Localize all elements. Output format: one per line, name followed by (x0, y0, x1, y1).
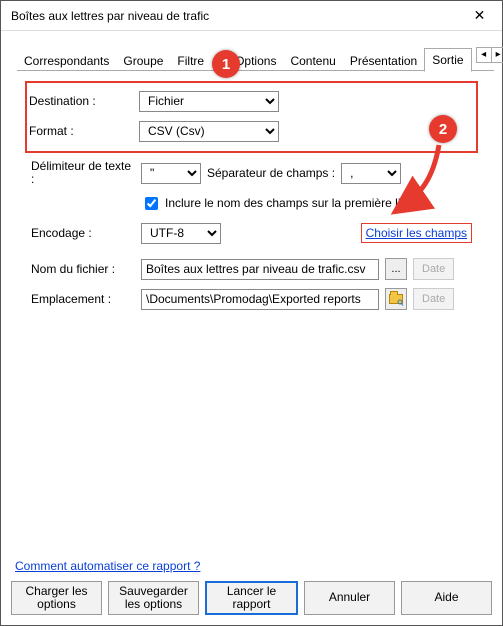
tab-correspondants[interactable]: Correspondants (17, 50, 116, 72)
window-title: Boîtes aux lettres par niveau de trafic (11, 9, 457, 23)
help-button[interactable]: Aide (401, 581, 492, 615)
filename-browse-button[interactable]: ... (385, 258, 407, 280)
automate-link[interactable]: Comment automatiser ce rapport ? (15, 559, 200, 573)
separator-select[interactable]: , (341, 163, 401, 184)
title-bar: Boîtes aux lettres par niveau de trafic … (1, 1, 502, 31)
tab-contenu[interactable]: Contenu (283, 50, 342, 72)
tab-sortie[interactable]: Sortie (424, 48, 471, 72)
callout-2: 2 (429, 115, 457, 143)
destination-label: Destination : (29, 94, 139, 108)
location-browse-button[interactable] (385, 288, 407, 310)
delimiter-label: Délimiteur de texte : (31, 160, 141, 186)
tab-presentation[interactable]: Présentation (343, 50, 424, 72)
search-icon (398, 300, 403, 305)
tab-strip: Correspondants Groupe Filtre Options Con… (1, 31, 502, 71)
tab-groupe[interactable]: Groupe (116, 50, 170, 72)
button-bar: Charger les options Sauvegarder les opti… (1, 573, 502, 625)
run-report-button[interactable]: Lancer le rapport (205, 581, 298, 615)
encoding-label: Encodage : (31, 226, 141, 240)
choose-fields-link[interactable]: Choisir les champs (361, 223, 472, 243)
include-header-input[interactable] (145, 197, 158, 210)
save-options-button[interactable]: Sauvegarder les options (108, 581, 199, 615)
filename-input[interactable] (141, 259, 379, 280)
close-icon: ✕ (474, 7, 486, 24)
format-select[interactable]: CSV (Csv) (139, 121, 279, 142)
load-options-button[interactable]: Charger les options (11, 581, 102, 615)
include-header-checkbox[interactable]: Inclure le nom des champs sur la premièr… (141, 194, 424, 213)
delimiter-select[interactable]: " (141, 163, 201, 184)
filename-label: Nom du fichier : (31, 262, 141, 276)
tab-scroll[interactable]: ◂ ▸ (476, 47, 503, 63)
form-panel: Destination : Fichier Format : CSV (Csv)… (1, 71, 502, 313)
chevron-right-icon[interactable]: ▸ (491, 48, 503, 62)
callout-1: 1 (212, 50, 240, 78)
location-date-button: Date (413, 288, 454, 310)
encoding-select[interactable]: UTF-8 (141, 223, 221, 244)
chevron-left-icon[interactable]: ◂ (477, 48, 491, 62)
cancel-button[interactable]: Annuler (304, 581, 395, 615)
format-label: Format : (29, 124, 139, 138)
close-button[interactable]: ✕ (457, 1, 502, 31)
location-input[interactable] (141, 289, 379, 310)
location-label: Emplacement : (31, 292, 141, 306)
destination-select[interactable]: Fichier (139, 91, 279, 112)
include-header-label: Inclure le nom des champs sur la premièr… (165, 196, 424, 210)
filename-date-button: Date (413, 258, 454, 280)
separator-label: Séparateur de champs : (207, 166, 335, 180)
highlight-box-1: Destination : Fichier Format : CSV (Csv) (25, 81, 478, 153)
